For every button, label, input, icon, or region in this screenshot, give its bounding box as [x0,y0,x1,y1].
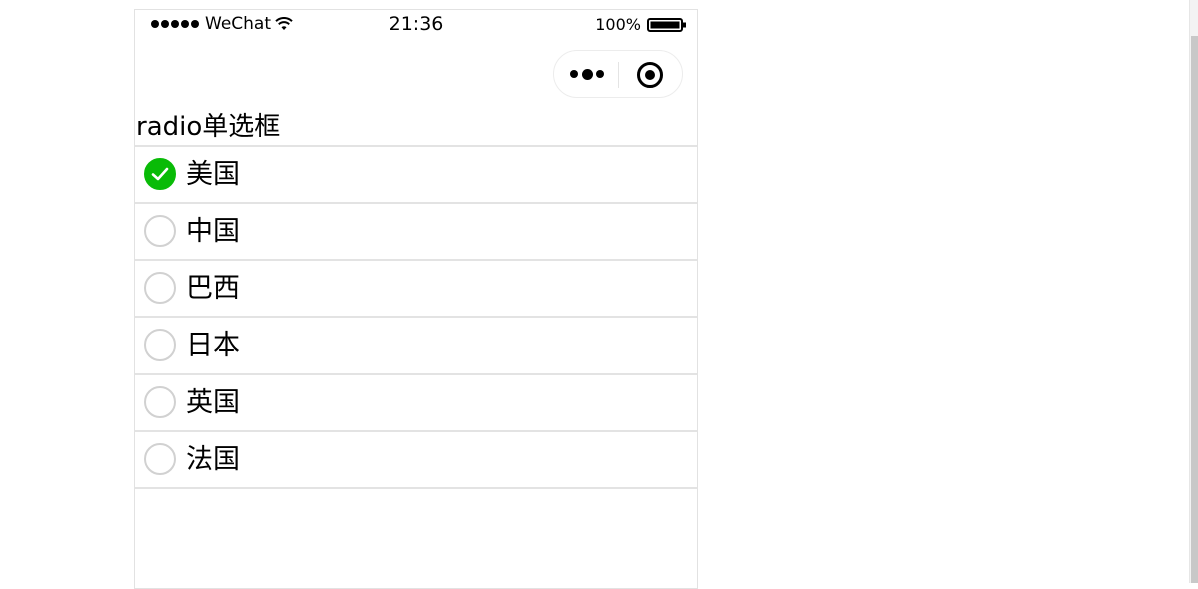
radio-unchecked-icon[interactable] [144,329,176,361]
status-bar: WeChat 21:36 100% [135,10,697,40]
status-bar-right: 100% [595,15,687,34]
radio-item[interactable]: 英国 [135,375,697,432]
battery-icon [647,17,686,32]
more-dots-icon[interactable] [570,65,604,83]
radio-unchecked-icon[interactable] [144,215,176,247]
scrollbar-thumb[interactable] [1191,36,1198,583]
window-scrollbar[interactable] [1189,0,1198,583]
target-close-icon[interactable] [636,61,664,89]
radio-unchecked-icon[interactable] [144,272,176,304]
radio-item[interactable]: 日本 [135,318,697,375]
radio-checked-icon[interactable] [144,158,176,190]
radio-label: 美国 [186,159,240,190]
radio-label: 法国 [186,444,240,475]
radio-item[interactable]: 中国 [135,204,697,261]
simulator-screen: WeChat 21:36 100% radio单选框 美国 中国 巴西 日本 英… [0,0,1198,589]
radio-label: 英国 [186,387,240,418]
phone-frame: WeChat 21:36 100% radio单选框 美国 中国 巴西 日本 英… [134,9,698,589]
radio-group: 美国中国巴西日本英国法国 [135,145,697,489]
radio-label: 中国 [186,216,240,247]
radio-item[interactable]: 巴西 [135,261,697,318]
capsule-divider [618,62,619,88]
radio-item[interactable]: 法国 [135,432,697,489]
radio-label: 日本 [186,330,240,361]
radio-unchecked-icon[interactable] [144,443,176,475]
page-title: radio单选框 [136,112,281,142]
radio-unchecked-icon[interactable] [144,386,176,418]
battery-percentage: 100% [595,15,641,34]
capsule-menu [553,50,683,98]
radio-item[interactable]: 美国 [135,147,697,204]
checkmark-icon [151,167,169,181]
radio-label: 巴西 [186,273,240,304]
